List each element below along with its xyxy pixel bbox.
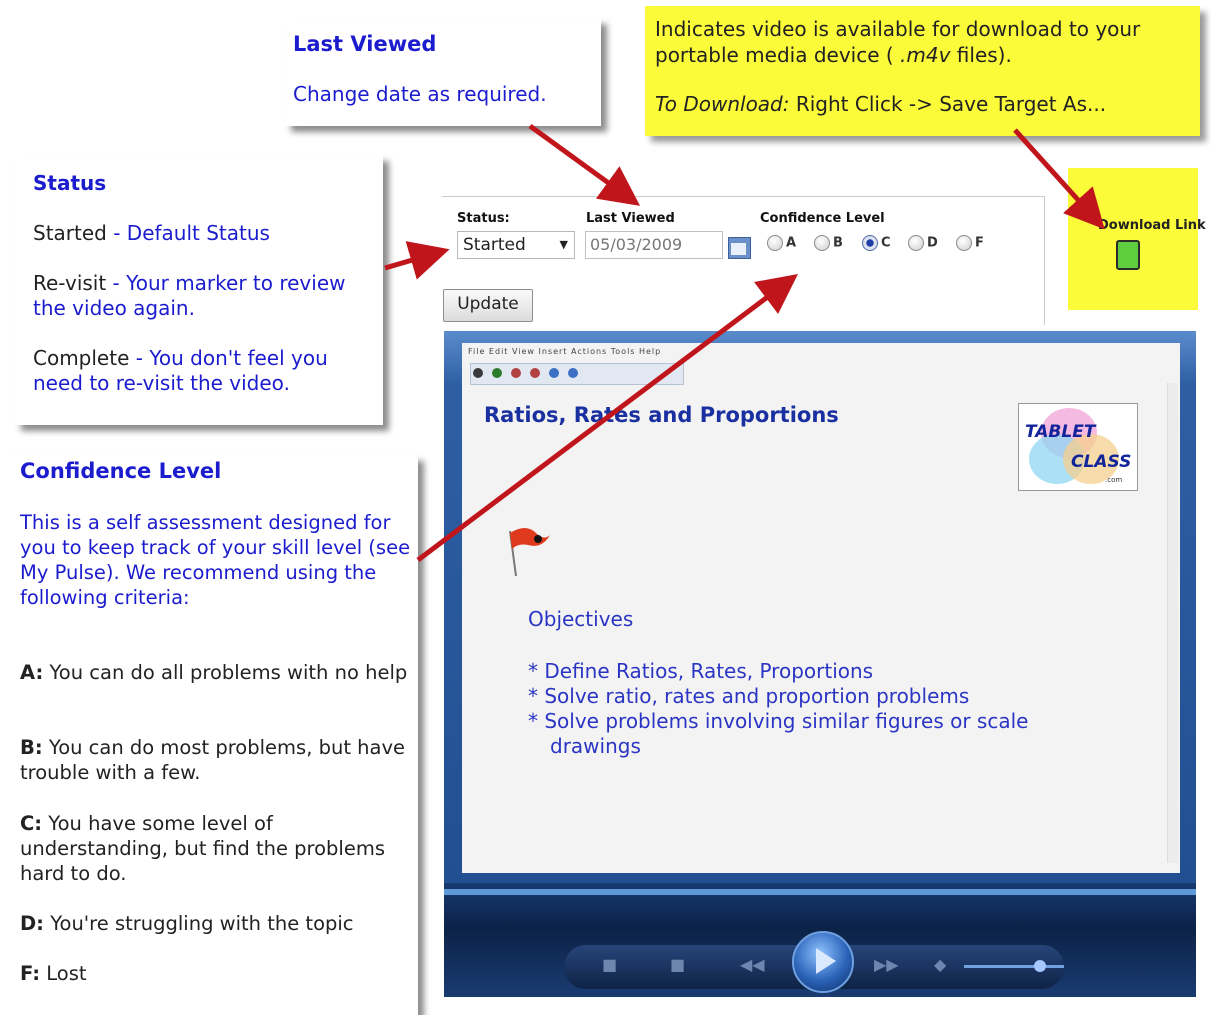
annotation-arrows: [384, 123, 1105, 562]
arrow-to-confidence: [416, 273, 798, 562]
arrow-to-status: [384, 241, 450, 280]
arrow-to-download: [1013, 128, 1105, 230]
arrow-to-last-viewed: [528, 123, 641, 206]
